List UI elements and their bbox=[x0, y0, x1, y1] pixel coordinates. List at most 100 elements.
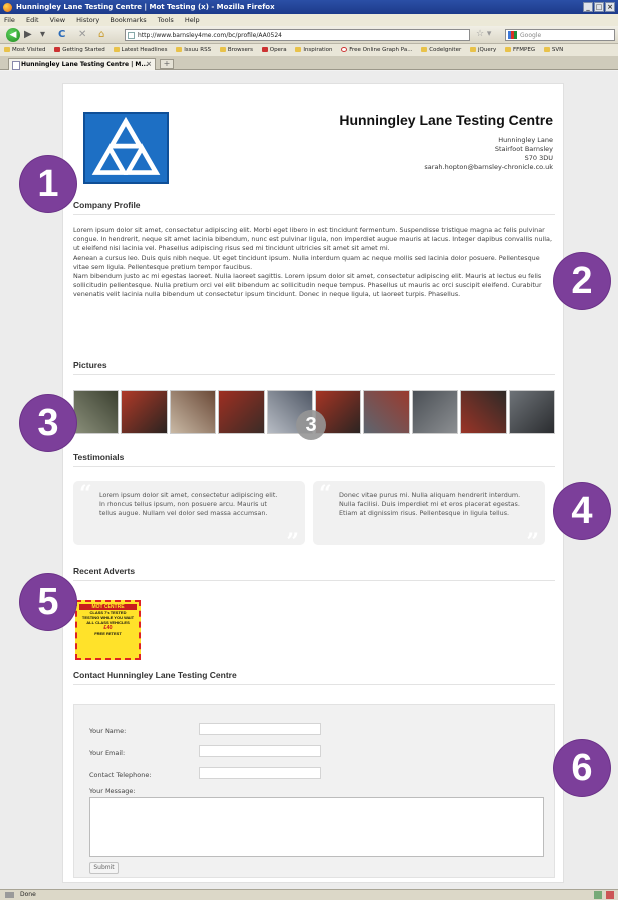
status-text: Done bbox=[20, 891, 36, 898]
bookmark-item[interactable]: Getting Started bbox=[54, 44, 105, 56]
callout-badge-6: 6 bbox=[554, 740, 610, 796]
menu-bar: File Edit View History Bookmarks Tools H… bbox=[0, 14, 618, 26]
back-button[interactable]: ◀ bbox=[6, 28, 20, 42]
section-title-testimonials: Testimonials bbox=[73, 452, 125, 462]
name-field[interactable] bbox=[199, 723, 321, 735]
menu-view[interactable]: View bbox=[50, 16, 65, 24]
profile-page: Hunningley Lane Testing Centre Hunningle… bbox=[62, 83, 564, 883]
menu-history[interactable]: History bbox=[76, 16, 99, 24]
status-bar: Done bbox=[0, 889, 618, 900]
divider bbox=[73, 214, 555, 215]
maximize-icon[interactable]: □ bbox=[594, 2, 604, 12]
bookmark-item[interactable]: Most Visited bbox=[4, 44, 45, 56]
forward-button[interactable]: ▶ bbox=[24, 29, 32, 41]
bookmark-item[interactable]: Latest Headlines bbox=[113, 44, 167, 56]
divider bbox=[73, 580, 555, 581]
gallery-thumbnail[interactable] bbox=[363, 390, 410, 434]
addon-icon[interactable] bbox=[594, 891, 602, 899]
navigation-toolbar: ◀ ▶ ▾ C ✕ ⌂ http://www.barnsley4me.com/b… bbox=[0, 26, 618, 44]
bookmark-item[interactable]: FFMPEG bbox=[504, 44, 535, 56]
phone-label: Contact Telephone: bbox=[89, 771, 152, 779]
addon-icon[interactable] bbox=[606, 891, 614, 899]
message-label: Your Message: bbox=[89, 787, 136, 795]
tab-close-icon[interactable]: × bbox=[146, 59, 152, 70]
section-title-pictures: Pictures bbox=[73, 360, 107, 370]
menu-bookmarks[interactable]: Bookmarks bbox=[110, 16, 146, 24]
bookmark-item[interactable]: Opera bbox=[261, 44, 287, 56]
close-quote-icon: ” bbox=[286, 529, 299, 555]
menu-help[interactable]: Help bbox=[185, 16, 200, 24]
address-line: S70 3DU bbox=[524, 154, 553, 162]
testimonial-card: “ Donec vitae purus mi. Nulla aliquam he… bbox=[313, 481, 545, 553]
bookmark-item[interactable]: Issuu RSS bbox=[176, 44, 211, 56]
new-tab-button[interactable]: + bbox=[160, 59, 174, 69]
section-title-adverts: Recent Adverts bbox=[73, 566, 136, 576]
bookmark-item[interactable]: SVN bbox=[543, 44, 563, 56]
contact-email[interactable]: sarah.hopton@barnsley-chronicle.co.uk bbox=[424, 163, 553, 172]
url-bar[interactable]: http://www.barnsley4me.com/bc/profile/AA… bbox=[125, 29, 470, 41]
address-line: Stairfoot Barnsley bbox=[494, 145, 553, 153]
section-title-profile: Company Profile bbox=[73, 200, 141, 210]
bookmark-item[interactable]: jQuery bbox=[469, 44, 496, 56]
testimonial-text: Lorem ipsum dolor sit amet, consectetur … bbox=[99, 491, 278, 518]
submit-button[interactable]: Submit bbox=[89, 862, 119, 874]
address-line: Hunningley Lane bbox=[498, 136, 553, 144]
advert-thumbnail[interactable]: MOT CENTRE CLASS 7's TESTED TESTING WHIL… bbox=[75, 600, 141, 660]
callout-badge-3: 3 bbox=[20, 395, 76, 451]
bookmark-item[interactable]: Free Online Graph Pa... bbox=[341, 44, 412, 56]
phone-field[interactable] bbox=[199, 767, 321, 779]
profile-paragraph: Aenean a cursus leo. Duis quis nibh nequ… bbox=[73, 253, 540, 271]
tab-title: Hunningley Lane Testing Centre | M... bbox=[21, 61, 149, 68]
menu-file[interactable]: File bbox=[4, 16, 15, 24]
gallery-thumbnail[interactable] bbox=[169, 390, 217, 434]
email-field[interactable] bbox=[199, 745, 321, 757]
gallery-thumbnail[interactable] bbox=[460, 390, 507, 434]
mot-logo bbox=[83, 112, 169, 184]
centre-name: Hunningley Lane Testing Centre bbox=[339, 112, 553, 128]
gallery-thumbnail[interactable] bbox=[73, 390, 120, 434]
bookmark-item[interactable]: CodeIgniter bbox=[421, 44, 461, 56]
gallery-thumbnail[interactable] bbox=[411, 390, 459, 434]
profile-paragraph: Nam bibendum justo ac mi egestas laoreet… bbox=[73, 272, 542, 299]
search-placeholder: Google bbox=[520, 32, 542, 39]
search-input[interactable]: Google bbox=[505, 29, 615, 41]
menu-tools[interactable]: Tools bbox=[158, 16, 174, 24]
callout-badge-1: 1 bbox=[20, 156, 76, 212]
advert-footer: FREE RETEST bbox=[94, 631, 122, 636]
testimonial-text: Donec vitae purus mi. Nulla aliquam hend… bbox=[339, 491, 521, 518]
centre-address: Hunningley Lane Stairfoot Barnsley S70 3… bbox=[424, 136, 553, 172]
gallery-thumbnail[interactable] bbox=[121, 390, 168, 434]
section-title-contact: Contact Hunningley Lane Testing Centre bbox=[73, 670, 237, 680]
bookmark-star-icon[interactable]: ☆ ▾ bbox=[476, 29, 491, 39]
reload-icon[interactable]: C bbox=[58, 29, 65, 41]
tab-active[interactable]: Hunningley Lane Testing Centre | M... × bbox=[8, 58, 156, 70]
menu-edit[interactable]: Edit bbox=[26, 16, 39, 24]
testimonial-card: “ Lorem ipsum dolor sit amet, consectetu… bbox=[73, 481, 305, 553]
minimize-icon[interactable]: _ bbox=[583, 2, 593, 12]
close-icon[interactable]: × bbox=[605, 2, 615, 12]
window-title: Hunningley Lane Testing Centre | Mot Tes… bbox=[16, 3, 275, 11]
tab-bar: Hunningley Lane Testing Centre | M... × … bbox=[0, 56, 618, 70]
company-profile-text: Lorem ipsum dolor sit amet, consectetur … bbox=[73, 226, 555, 300]
gallery-thumbnail[interactable] bbox=[508, 390, 556, 434]
callout-badge-5: 5 bbox=[20, 574, 76, 630]
firefox-icon bbox=[3, 3, 12, 12]
dropdown-arrow-icon[interactable]: ▾ bbox=[40, 29, 45, 41]
home-icon[interactable]: ⌂ bbox=[98, 29, 104, 41]
window-titlebar: Hunningley Lane Testing Centre | Mot Tes… bbox=[0, 0, 618, 14]
callout-badge-4: 4 bbox=[554, 483, 610, 539]
stop-icon[interactable]: ✕ bbox=[78, 29, 86, 41]
profile-paragraph: Lorem ipsum dolor sit amet, consectetur … bbox=[73, 226, 553, 253]
open-quote-icon: “ bbox=[319, 481, 332, 507]
google-icon bbox=[508, 31, 517, 39]
divider bbox=[73, 466, 555, 467]
page-viewport: Hunningley Lane Testing Centre Hunningle… bbox=[0, 71, 618, 889]
bookmark-item[interactable]: Inspiration bbox=[295, 44, 333, 56]
mot-triangles-icon bbox=[91, 116, 161, 175]
bookmark-item[interactable]: Browsers bbox=[219, 44, 253, 56]
divider bbox=[73, 374, 555, 375]
name-label: Your Name: bbox=[89, 727, 127, 735]
url-text: http://www.barnsley4me.com/bc/profile/AA… bbox=[138, 32, 282, 39]
gallery-thumbnail[interactable] bbox=[218, 390, 265, 434]
message-textarea[interactable] bbox=[89, 797, 544, 857]
